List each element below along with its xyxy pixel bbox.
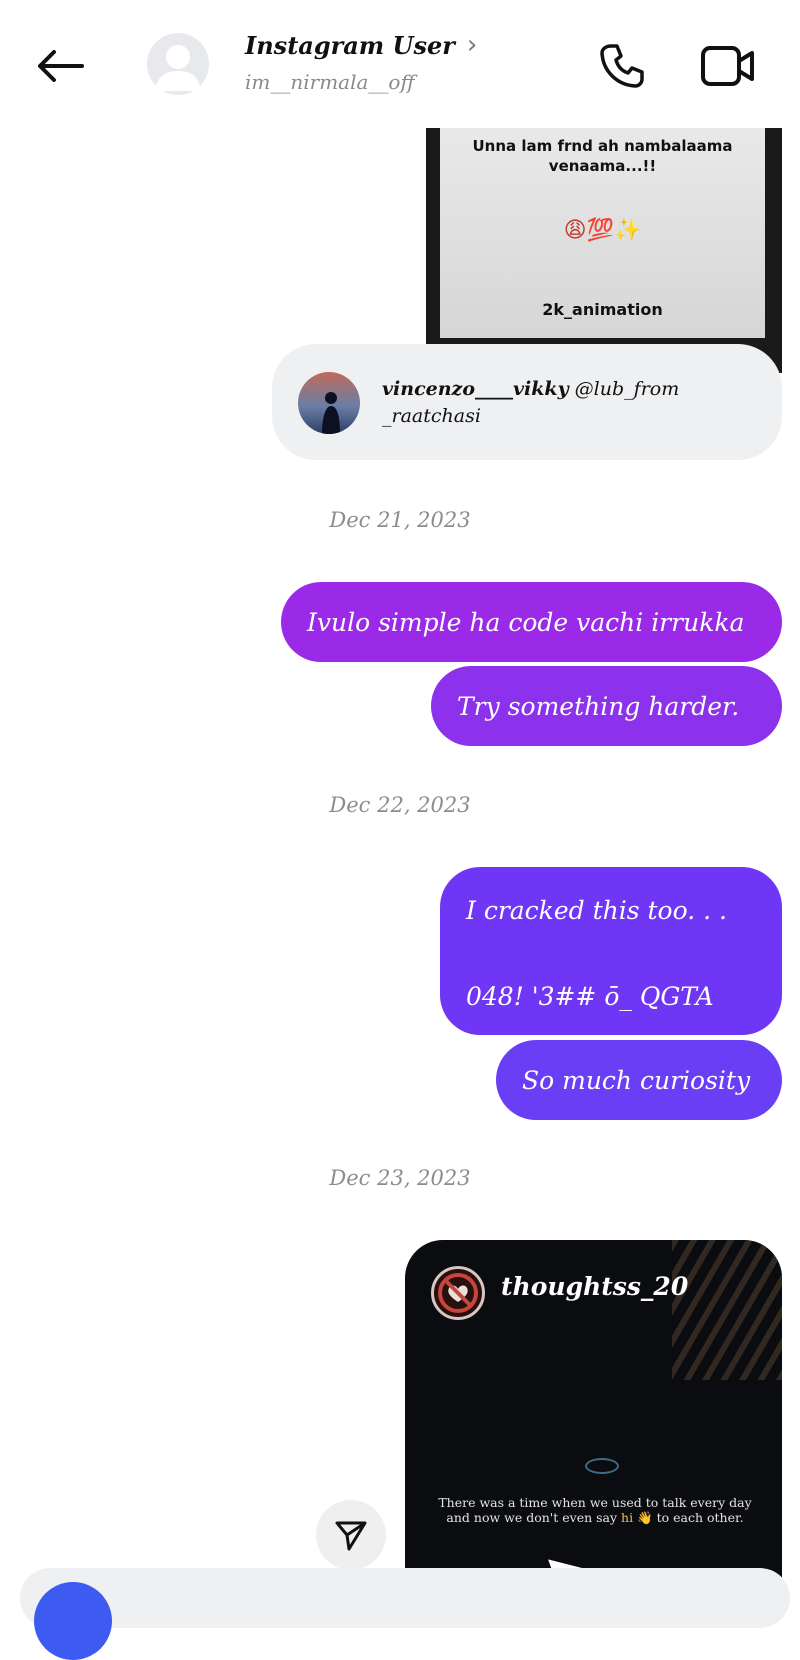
video-call-button[interactable] (698, 38, 758, 94)
shared-post-image[interactable]: Unna lam frnd ah nambalaama venaama...!!… (426, 128, 782, 373)
shared-post-caption: Unna lam frnd ah nambalaama venaama...!! (472, 137, 733, 175)
contact-name-label: Instagram User (245, 30, 455, 60)
video-camera-icon (701, 46, 754, 86)
share-button[interactable] (316, 1500, 386, 1570)
shared-reel[interactable]: thoughtss_20 There was a time when we us… (405, 1240, 782, 1600)
reel-light-detail (585, 1458, 619, 1474)
contact-name[interactable]: Instagram User › (245, 30, 477, 60)
reel-author-avatar[interactable] (431, 1266, 485, 1320)
shared-post-paper: Unna lam frnd ah nambalaama venaama...!!… (440, 128, 765, 338)
shared-post-author-avatar[interactable] (298, 372, 360, 434)
date-separator: Dec 22, 2023 (329, 793, 471, 817)
contact-username: im__nirmala__off (245, 70, 415, 94)
avatar[interactable] (147, 33, 209, 95)
shared-post-watermark: 2k_animation (542, 300, 663, 319)
date-separator: Dec 23, 2023 (329, 1166, 471, 1190)
reel-username[interactable]: thoughtss_20 (501, 1272, 688, 1301)
shared-post-author-text[interactable]: vincenzo____vikky @lub_from _raatchasi (382, 376, 742, 430)
message-bubble[interactable]: Try something harder. (431, 666, 782, 746)
send-icon (335, 1521, 367, 1551)
silhouette-icon (322, 392, 340, 434)
message-bubble[interactable]: Ivulo simple ha code vachi irrukka (281, 582, 782, 662)
message-bubble[interactable]: So much curiosity (496, 1040, 782, 1120)
arrow-left-icon (38, 49, 84, 82)
message-composer[interactable] (20, 1568, 790, 1628)
chat-header (0, 0, 800, 125)
audio-call-button[interactable] (594, 38, 650, 94)
camera-button[interactable] (34, 1582, 112, 1660)
reel-caption: There was a time when we used to talk ev… (438, 1495, 752, 1525)
default-avatar-icon (155, 45, 201, 91)
phone-icon (600, 44, 644, 88)
message-line: 048! '3## ō_ QGTA (466, 982, 714, 1011)
chevron-right-icon: › (466, 30, 478, 60)
heart-blocked-icon (438, 1273, 478, 1313)
reel-background-detail (672, 1240, 782, 1380)
back-button[interactable] (30, 38, 90, 93)
message-line: I cracked this too. . . (466, 896, 727, 925)
shared-post-emoji: 😩💯✨ (563, 218, 642, 243)
message-bubble[interactable]: I cracked this too. . . 048! '3## ō_ QGT… (440, 867, 782, 1035)
date-separator: Dec 21, 2023 (329, 508, 471, 532)
